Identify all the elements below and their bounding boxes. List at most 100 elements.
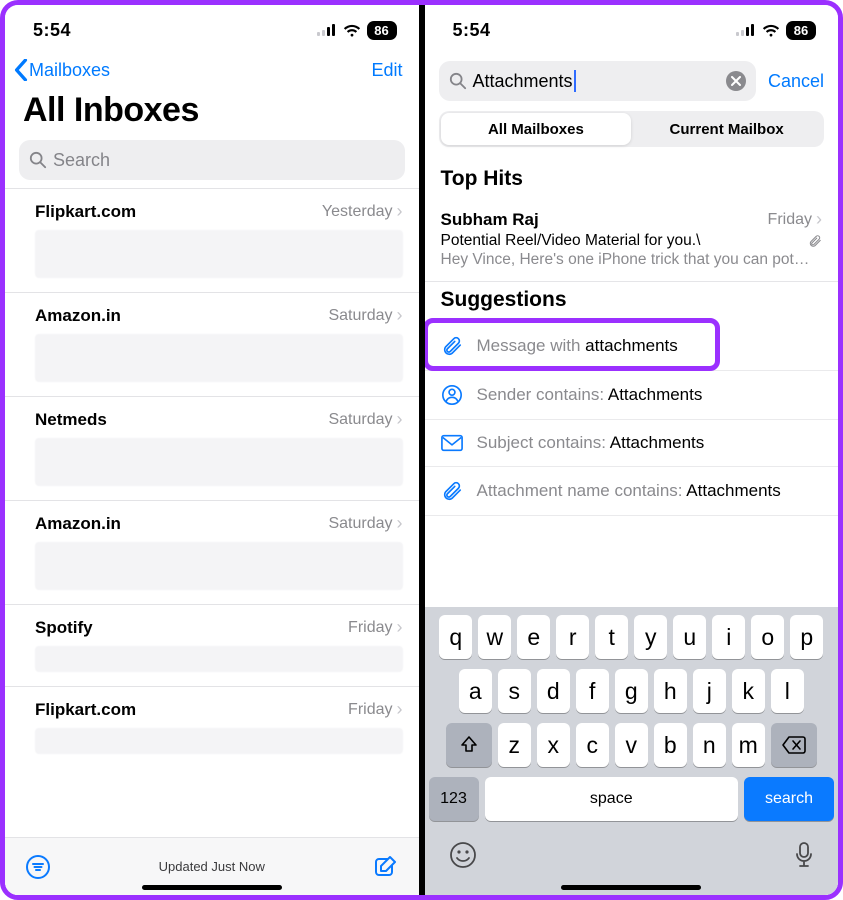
search-icon	[29, 151, 47, 169]
search-field[interactable]: Search	[19, 140, 405, 180]
row-date: Saturday ›	[328, 409, 402, 430]
status-bar: 5:54 86	[5, 5, 419, 55]
row-date: Saturday ›	[328, 305, 402, 326]
scope-segmented-control[interactable]: All Mailboxes Current Mailbox	[439, 111, 825, 147]
row-date: Yesterday ›	[322, 201, 403, 222]
battery-badge: 86	[367, 21, 397, 40]
emoji-icon[interactable]	[449, 841, 477, 869]
status-bar: 5:54 86	[425, 5, 839, 55]
text-cursor	[574, 70, 576, 92]
shift-icon	[459, 735, 479, 755]
row-sender: Netmeds	[35, 410, 107, 430]
search-placeholder: Search	[53, 150, 110, 171]
home-indicator	[561, 885, 701, 890]
page-title: All Inboxes	[5, 87, 419, 140]
updated-label: Updated Just Now	[51, 859, 373, 874]
key-y[interactable]: y	[634, 615, 667, 659]
key-z[interactable]: z	[498, 723, 531, 767]
key-a[interactable]: a	[459, 669, 492, 713]
edit-button[interactable]: Edit	[371, 60, 402, 81]
space-key[interactable]: space	[485, 777, 739, 821]
key-d[interactable]: d	[537, 669, 570, 713]
keyboard[interactable]: qwertyuiop asdfghjkl zxcvbnm 123 space s…	[425, 607, 839, 895]
search-input[interactable]: Attachments	[439, 61, 756, 101]
key-v[interactable]: v	[615, 723, 648, 767]
key-o[interactable]: o	[751, 615, 784, 659]
home-indicator	[142, 885, 282, 890]
key-m[interactable]: m	[732, 723, 765, 767]
right-phone: 5:54 86 Attachments Cancel All Mailboxes…	[425, 5, 839, 895]
backspace-icon	[782, 736, 806, 754]
key-w[interactable]: w	[478, 615, 511, 659]
row-preview-blur	[35, 728, 403, 754]
key-f[interactable]: f	[576, 669, 609, 713]
shift-key[interactable]	[446, 723, 492, 767]
chevron-right-icon: ›	[816, 209, 822, 230]
suggestion-row[interactable]: Message with attachments	[425, 322, 839, 371]
search-value: Attachments	[473, 71, 573, 92]
suggestion-label: Attachment name contains: Attachments	[477, 481, 781, 501]
suggestion-row[interactable]: Attachment name contains: Attachments	[425, 467, 839, 516]
suggestion-row[interactable]: Subject contains: Attachments	[425, 420, 839, 467]
filter-icon[interactable]	[25, 854, 51, 880]
key-p[interactable]: p	[790, 615, 823, 659]
row-sender: Amazon.in	[35, 514, 121, 534]
back-button[interactable]: Mailboxes	[13, 59, 110, 81]
chevron-left-icon	[13, 59, 29, 81]
key-k[interactable]: k	[732, 669, 765, 713]
key-s[interactable]: s	[498, 669, 531, 713]
inbox-row[interactable]: Amazon.in Saturday ›	[5, 500, 419, 604]
suggestion-label: Subject contains: Attachments	[477, 433, 705, 453]
row-preview-blur	[35, 646, 403, 672]
key-r[interactable]: r	[556, 615, 589, 659]
key-u[interactable]: u	[673, 615, 706, 659]
key-i[interactable]: i	[712, 615, 745, 659]
suggestion-label: Sender contains: Attachments	[477, 385, 703, 405]
clear-search-button[interactable]	[726, 71, 746, 91]
key-e[interactable]: e	[517, 615, 550, 659]
chevron-right-icon: ›	[397, 699, 403, 720]
compose-icon[interactable]	[373, 854, 399, 880]
search-key[interactable]: search	[744, 777, 834, 821]
wifi-icon	[343, 24, 361, 37]
numbers-key[interactable]: 123	[429, 777, 479, 821]
row-preview-blur	[35, 334, 403, 382]
key-t[interactable]: t	[595, 615, 628, 659]
nav-bar: Mailboxes Edit	[5, 55, 419, 87]
person-icon	[441, 384, 463, 406]
backspace-key[interactable]	[771, 723, 817, 767]
inbox-list[interactable]: Flipkart.comYesterday › Amazon.in Saturday…	[5, 188, 419, 837]
suggestions-title: Suggestions	[425, 282, 839, 322]
top-hit-row[interactable]: Subham Raj Friday› Potential Reel/Video …	[425, 201, 839, 282]
status-time: 5:54	[33, 20, 71, 41]
dictation-icon[interactable]	[794, 841, 814, 869]
key-g[interactable]: g	[615, 669, 648, 713]
status-time: 5:54	[453, 20, 491, 41]
key-c[interactable]: c	[576, 723, 609, 767]
chevron-right-icon: ›	[397, 201, 403, 222]
row-preview-blur	[35, 542, 403, 590]
back-label: Mailboxes	[29, 60, 110, 81]
seg-all-mailboxes[interactable]: All Mailboxes	[441, 113, 632, 145]
seg-current-mailbox[interactable]: Current Mailbox	[631, 113, 822, 145]
inbox-row[interactable]: Amazon.inSaturday ›	[5, 292, 419, 396]
key-l[interactable]: l	[771, 669, 804, 713]
chevron-right-icon: ›	[397, 617, 403, 638]
row-date: Saturday ›	[328, 513, 402, 534]
inbox-row[interactable]: SpotifyFriday ›	[5, 604, 419, 686]
key-n[interactable]: n	[693, 723, 726, 767]
key-x[interactable]: x	[537, 723, 570, 767]
left-phone: 5:54 86 Mailboxes Edit All Inboxes Searc…	[5, 5, 419, 895]
inbox-row[interactable]: Netmeds Saturday ›	[5, 396, 419, 500]
row-date: Friday ›	[348, 699, 402, 720]
inbox-row[interactable]: Flipkart.comFriday ›	[5, 686, 419, 768]
key-q[interactable]: q	[439, 615, 472, 659]
inbox-row[interactable]: Flipkart.comYesterday ›	[5, 188, 419, 292]
key-j[interactable]: j	[693, 669, 726, 713]
cancel-button[interactable]: Cancel	[768, 71, 824, 92]
paperclip-icon	[808, 234, 822, 248]
key-b[interactable]: b	[654, 723, 687, 767]
suggestion-row[interactable]: Sender contains: Attachments	[425, 371, 839, 420]
key-h[interactable]: h	[654, 669, 687, 713]
battery-badge: 86	[786, 21, 816, 40]
